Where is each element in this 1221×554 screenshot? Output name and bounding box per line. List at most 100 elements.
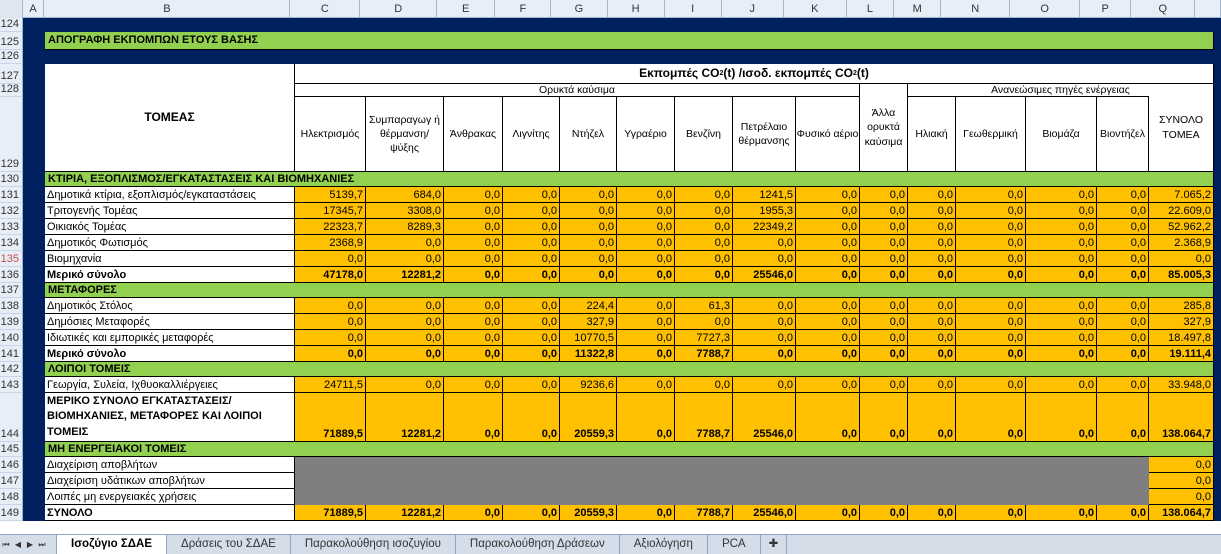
value-cell[interactable]: 0,0 [956, 393, 1026, 442]
value-cell[interactable]: 0,0 [617, 203, 675, 219]
value-cell[interactable]: 0,0 [503, 393, 560, 442]
value-cell[interactable]: 25546,0 [733, 393, 796, 442]
value-cell[interactable]: 0,0 [796, 298, 860, 314]
value-cell[interactable]: 0,0 [675, 377, 733, 393]
row-label[interactable]: Δημοτικά κτίρια, εξοπλισμός/εγκαταστάσει… [45, 187, 295, 203]
column-header-G[interactable]: G [551, 0, 608, 18]
value-cell[interactable]: 0,0 [860, 251, 908, 267]
value-cell[interactable]: 47178,0 [295, 267, 366, 283]
value-cell[interactable]: 0,0 [860, 377, 908, 393]
value-cell[interactable]: 0,0 [860, 235, 908, 251]
value-cell[interactable]: 0,0 [675, 314, 733, 330]
row-label[interactable]: Τριτογενής Τομέας [45, 203, 295, 219]
row-label[interactable]: Μερικό σύνολο [45, 267, 295, 283]
value-cell[interactable]: 11322,8 [560, 346, 617, 362]
value-cell[interactable]: 0,0 [1097, 330, 1149, 346]
value-cell[interactable]: 0,0 [908, 267, 956, 283]
value-cell[interactable]: 7.065,2 [1149, 187, 1214, 203]
value-cell[interactable]: 0,0 [1026, 346, 1097, 362]
value-cell[interactable]: 0,0 [860, 267, 908, 283]
next-sheet-icon[interactable]: ▶ [24, 535, 36, 554]
value-cell[interactable]: 0,0 [503, 187, 560, 203]
column-header-E[interactable]: E [437, 0, 496, 18]
value-cell[interactable]: 0,0 [1149, 457, 1214, 473]
row-header-149[interactable]: 149 [0, 505, 23, 521]
value-cell[interactable]: 0,0 [295, 346, 366, 362]
value-cell[interactable]: 0,0 [503, 377, 560, 393]
value-cell[interactable]: 0,0 [444, 251, 503, 267]
value-cell[interactable]: 0,0 [956, 187, 1026, 203]
value-cell[interactable]: 22323,7 [295, 219, 366, 235]
value-cell[interactable]: 0,0 [1097, 219, 1149, 235]
value-cell[interactable]: 0,0 [1026, 187, 1097, 203]
value-cell[interactable]: 0,0 [796, 393, 860, 442]
value-cell[interactable]: 0,0 [617, 330, 675, 346]
value-cell[interactable]: 0,0 [908, 393, 956, 442]
value-cell[interactable]: 0,0 [1097, 377, 1149, 393]
value-cell[interactable]: 0,0 [503, 298, 560, 314]
row-label[interactable]: Γεωργία, Συλεία, Ιχθυοκαλλιέργειες [45, 377, 295, 393]
value-cell[interactable]: 0,0 [1097, 298, 1149, 314]
value-cell[interactable]: 0,0 [956, 267, 1026, 283]
value-cell[interactable]: 0,0 [908, 346, 956, 362]
value-cell[interactable]: 0,0 [796, 187, 860, 203]
value-cell[interactable]: 25546,0 [733, 505, 796, 521]
row-header-141[interactable]: 141 [0, 346, 23, 362]
row-header-128[interactable]: 128 [0, 83, 23, 97]
value-cell[interactable]: 0,0 [1026, 267, 1097, 283]
column-header-N[interactable]: N [941, 0, 1011, 18]
value-cell[interactable]: 0,0 [733, 314, 796, 330]
value-cell[interactable]: 0,0 [860, 393, 908, 442]
value-cell[interactable]: 19.111,4 [1149, 346, 1214, 362]
value-cell[interactable]: 0,0 [617, 235, 675, 251]
row-header-126[interactable]: 126 [0, 50, 23, 64]
column-header-H[interactable]: H [608, 0, 665, 18]
value-cell[interactable]: 0,0 [560, 203, 617, 219]
value-cell[interactable]: 0,0 [860, 330, 908, 346]
value-cell[interactable]: 0,0 [617, 393, 675, 442]
value-cell[interactable]: 3308,0 [366, 203, 444, 219]
row-header-132[interactable]: 132 [0, 203, 23, 219]
value-cell[interactable]: 0,0 [733, 346, 796, 362]
row-label[interactable]: Μερικό σύνολο [45, 346, 295, 362]
row-label[interactable]: Οικιακός Τομέας [45, 219, 295, 235]
value-cell[interactable]: 0,0 [1097, 393, 1149, 442]
value-cell[interactable]: 0,0 [1026, 393, 1097, 442]
column-header-I[interactable]: I [665, 0, 722, 18]
value-cell[interactable]: 0,0 [956, 314, 1026, 330]
column-header-C[interactable]: C [290, 0, 361, 18]
column-header-D[interactable]: D [360, 0, 438, 18]
value-cell[interactable]: 0,0 [1097, 235, 1149, 251]
last-sheet-icon[interactable]: ⏭ [36, 535, 48, 554]
column-header-L[interactable]: L [847, 0, 895, 18]
first-sheet-icon[interactable]: ⏮ [0, 535, 12, 554]
value-cell[interactable]: 0,0 [1026, 251, 1097, 267]
value-cell[interactable]: 9236,6 [560, 377, 617, 393]
row-label[interactable]: Διαχείριση υδάτικων αποβλήτων [45, 473, 295, 489]
value-cell[interactable]: 7788,7 [675, 393, 733, 442]
value-cell[interactable]: 0,0 [860, 505, 908, 521]
value-cell[interactable]: 0,0 [560, 267, 617, 283]
value-cell[interactable]: 0,0 [796, 251, 860, 267]
value-cell[interactable]: 0,0 [908, 505, 956, 521]
value-cell[interactable]: 0,0 [503, 219, 560, 235]
value-cell[interactable]: 1241,5 [733, 187, 796, 203]
value-cell[interactable]: 10770,5 [560, 330, 617, 346]
value-cell[interactable]: 0,0 [503, 346, 560, 362]
value-cell[interactable]: 0,0 [908, 251, 956, 267]
value-cell[interactable]: 0,0 [444, 346, 503, 362]
value-cell[interactable]: 0,0 [444, 219, 503, 235]
value-cell[interactable]: 0,0 [796, 346, 860, 362]
value-cell[interactable]: 0,0 [295, 251, 366, 267]
insert-sheet-icon[interactable]: ✚ [761, 535, 788, 554]
row-header-138[interactable]: 138 [0, 298, 23, 314]
column-header-B[interactable]: B [44, 0, 291, 18]
value-cell[interactable]: 0,0 [444, 298, 503, 314]
column-header-M[interactable]: M [894, 0, 942, 18]
row-label[interactable]: Δημοτικός Στόλος [45, 298, 295, 314]
column-header-O[interactable]: O [1010, 0, 1081, 18]
value-cell[interactable]: 0,0 [1026, 377, 1097, 393]
value-cell[interactable]: 0,0 [1026, 298, 1097, 314]
column-header-A[interactable]: A [23, 0, 45, 18]
value-cell[interactable]: 0,0 [444, 235, 503, 251]
